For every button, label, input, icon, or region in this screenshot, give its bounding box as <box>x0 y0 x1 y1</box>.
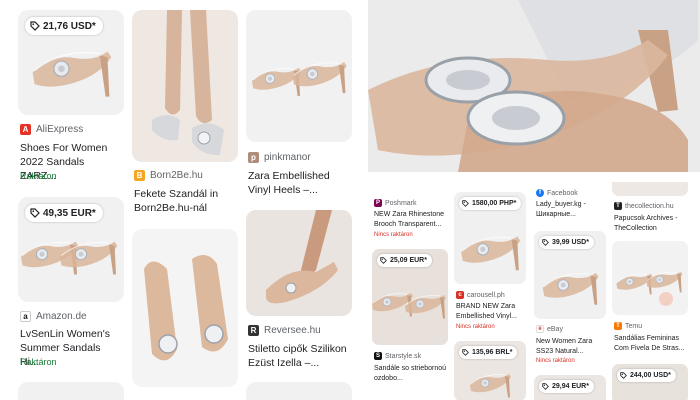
price-badge: 21,76 USD* <box>25 17 103 35</box>
thecollection-icon: T <box>614 202 622 210</box>
product-image[interactable]: 135,96 BRL* <box>454 341 526 400</box>
product-image[interactable] <box>612 241 688 315</box>
source-label[interactable]: R Reversee.hu <box>248 325 321 336</box>
hero-image[interactable] <box>368 0 700 172</box>
source-label[interactable]: c carousell.ph <box>456 291 505 299</box>
product-image[interactable] <box>246 382 352 400</box>
source-label[interactable]: f Facebook <box>536 189 578 197</box>
price-badge: 244,00 USD* <box>617 369 676 382</box>
product-title[interactable]: BRAND NEW Zara Embellished Vinyl... <box>456 302 528 321</box>
product-image[interactable]: 21,76 USD* <box>18 10 124 115</box>
product-title[interactable]: NEW Zara Rhinestone Brooch Transparent..… <box>374 210 448 229</box>
product-image[interactable]: 244,00 USD* <box>612 364 688 400</box>
source-label[interactable]: T Temu <box>614 322 642 330</box>
born2be-icon: B <box>134 170 145 181</box>
product-image[interactable] <box>246 10 352 142</box>
poshmark-icon: P <box>374 199 382 207</box>
product-image[interactable] <box>132 10 238 162</box>
reversee-icon: R <box>248 325 259 336</box>
price-tag-icon <box>542 239 549 246</box>
pinkmanor-icon: p <box>248 152 259 163</box>
ebay-icon: e <box>536 325 544 333</box>
amazon-icon: a <box>20 311 31 322</box>
source-label[interactable]: e eBay <box>536 325 563 333</box>
price-badge: 1580,00 PHP* <box>459 197 522 210</box>
product-image[interactable] <box>18 382 124 400</box>
product-title[interactable]: Sandále so striebornoú ozdobo... <box>374 364 448 383</box>
product-image[interactable]: 25,09 EUR* <box>372 249 448 345</box>
carousell-icon: c <box>456 291 464 299</box>
price-tag-icon <box>30 208 40 218</box>
product-title[interactable]: Zara Embellished Vinyl Heels –... <box>248 169 352 197</box>
price-tag-icon <box>542 383 549 390</box>
aliexpress-icon: A <box>20 124 31 135</box>
price-badge: 135,96 BRL* <box>459 346 518 359</box>
temu-icon: T <box>614 322 622 330</box>
price-tag-icon <box>30 21 40 31</box>
product-title[interactable]: Stiletto cipők Szilikon Ezüst Izella –..… <box>248 342 352 370</box>
source-label[interactable]: B Born2Be.hu <box>134 170 203 181</box>
price-tag-icon <box>380 257 387 264</box>
product-title[interactable]: Lady_buyer.kg - Шикарные... <box>536 200 608 219</box>
product-image[interactable]: 29,94 EUR* <box>534 375 606 400</box>
stock-status: Nincs raktáron <box>374 232 413 238</box>
product-title[interactable]: Sandálias Femininas Com Fivela De Stras.… <box>614 334 688 353</box>
price-badge: 25,09 EUR* <box>377 254 432 267</box>
product-image[interactable] <box>132 229 238 387</box>
source-label[interactable]: p pinkmanor <box>248 152 311 163</box>
product-title[interactable]: Papucsok Archives - TheCollection <box>614 214 688 233</box>
stock-status: Nincs raktáron <box>536 358 575 364</box>
product-image[interactable] <box>246 210 352 316</box>
product-image[interactable]: 39,99 USD* <box>534 231 606 319</box>
price-badge: 29,94 EUR* <box>539 380 594 393</box>
product-image[interactable]: 49,35 EUR* <box>18 197 124 302</box>
stock-status: Raktáron <box>20 171 57 181</box>
facebook-icon: f <box>536 189 544 197</box>
product-image[interactable]: 1580,00 PHP* <box>454 192 526 284</box>
price-tag-icon <box>462 349 469 356</box>
source-label[interactable]: S Starstyle.sk <box>374 352 421 360</box>
stock-status: Raktáron <box>20 357 57 367</box>
price-badge: 39,99 USD* <box>539 236 594 249</box>
source-label[interactable]: Tthecollection.hu <box>614 202 674 210</box>
source-label[interactable]: a Amazon.de <box>20 311 87 322</box>
price-tag-icon <box>620 372 627 379</box>
stock-status: Nincs raktáron <box>456 324 495 330</box>
source-label[interactable]: P Poshmark <box>374 199 417 207</box>
product-image[interactable] <box>612 182 688 196</box>
starstyle-icon: S <box>374 352 382 360</box>
price-tag-icon <box>462 200 469 207</box>
price-badge: 49,35 EUR* <box>25 204 103 222</box>
product-title[interactable]: Fekete Szandál in Born2Be.hu-nál <box>134 187 238 215</box>
product-title[interactable]: New Women Zara SS23 Natural... <box>536 337 608 356</box>
source-label[interactable]: A AliExpress <box>20 124 83 135</box>
